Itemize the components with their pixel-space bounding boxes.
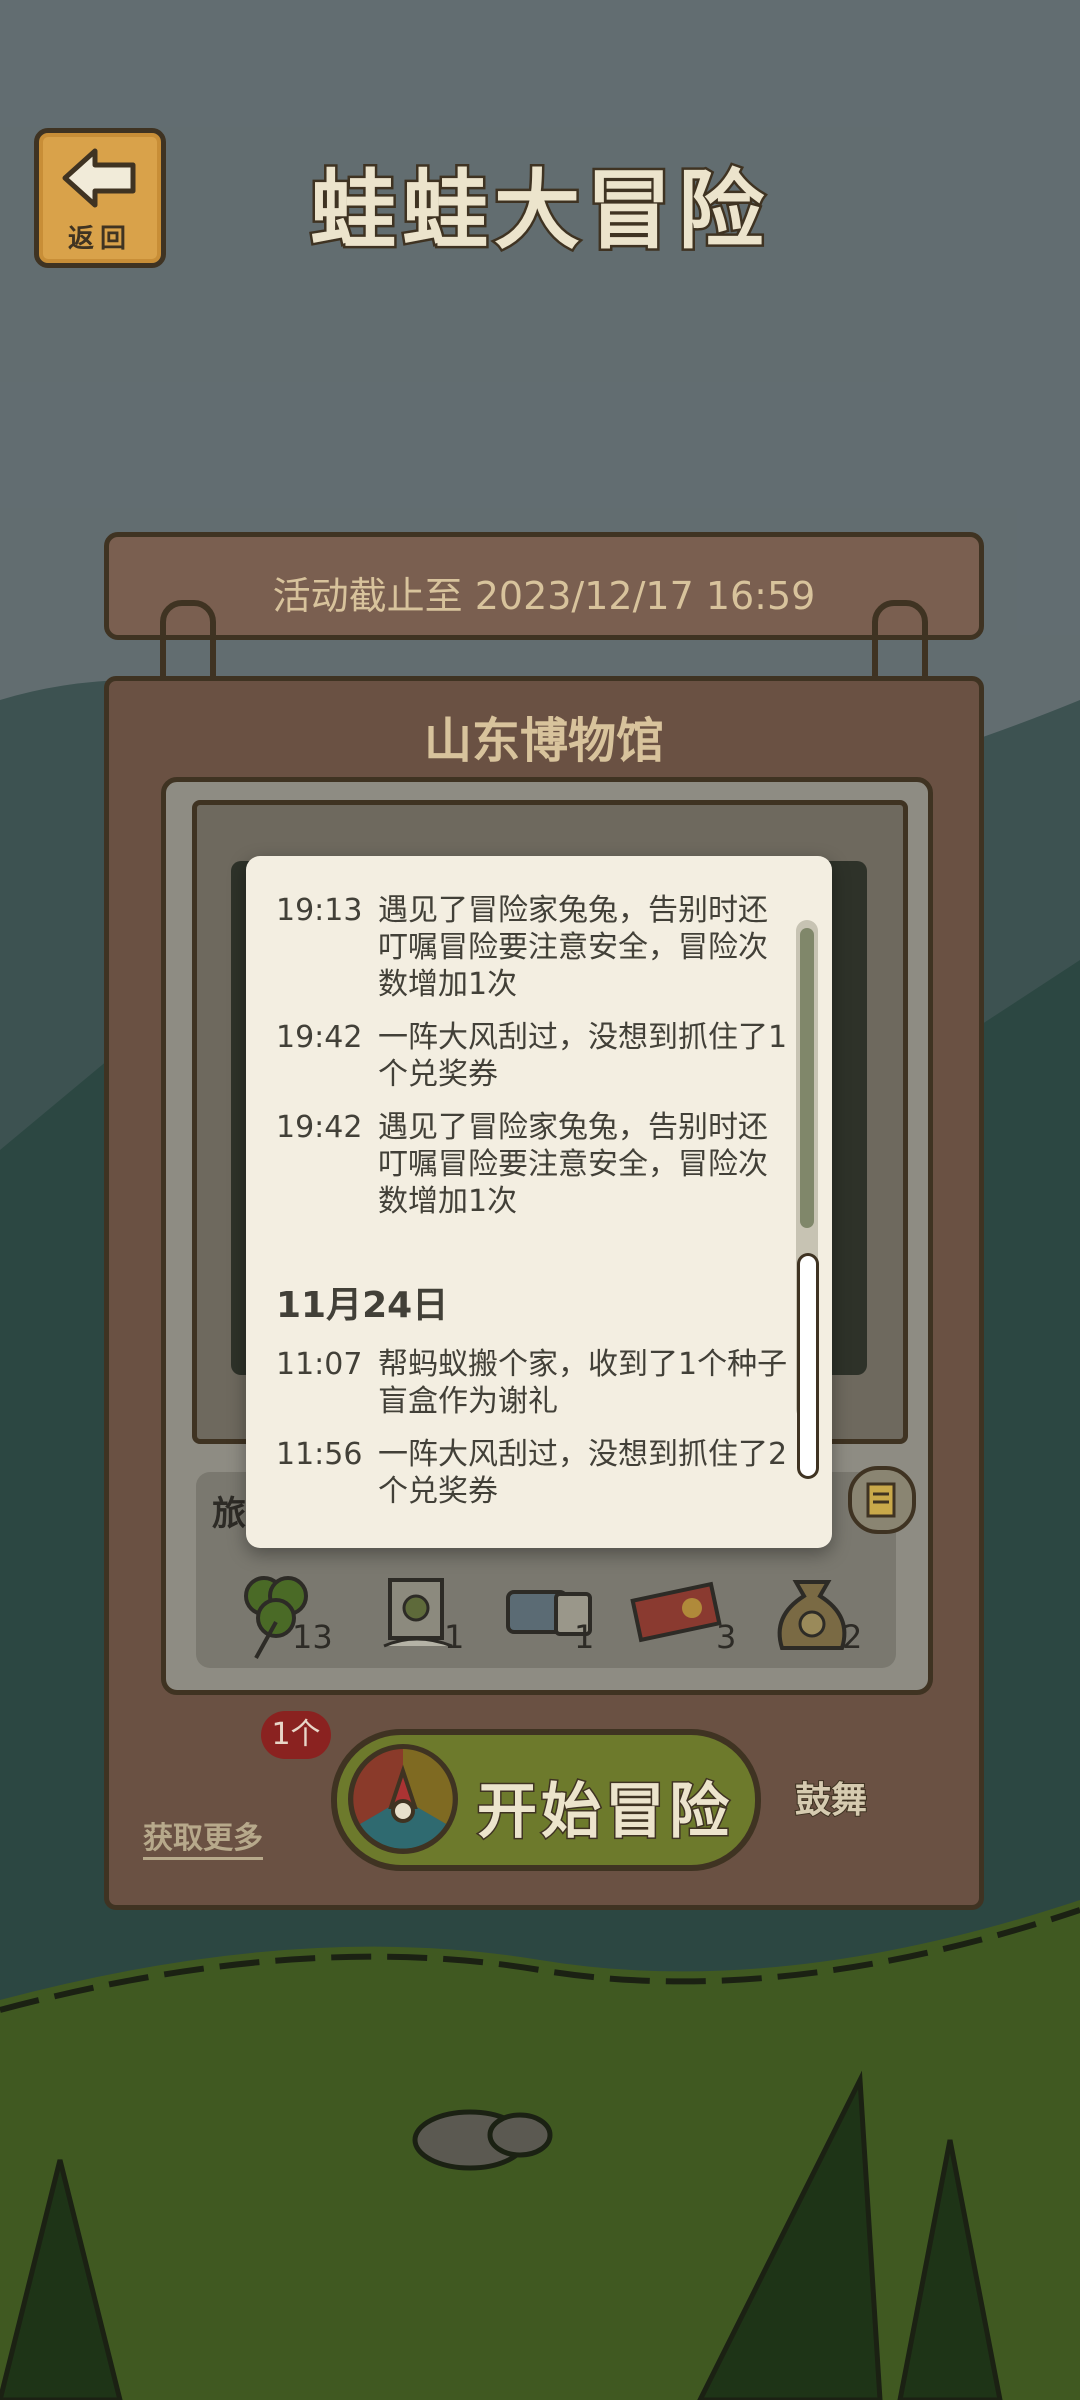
log-time: 19:13	[276, 893, 363, 928]
log-entry: 11:56 一阵大风刮过，没想到抓住了2个兑奖券	[276, 1436, 792, 1510]
journal-icon	[866, 1482, 896, 1518]
log-text: 遇见了冒险家兔兔，告别时还叮嘱冒险要注意安全，冒险次数增加1次	[378, 893, 768, 1002]
location-title: 山东博物馆	[423, 713, 664, 769]
deadline-plank: 活动截止至 2023/12/17 16:59	[104, 532, 984, 640]
wheel-icon	[348, 1744, 458, 1854]
log-time: 11:07	[276, 1347, 363, 1382]
log-list[interactable]: 19:13 遇见了冒险家兔兔，告别时还叮嘱冒险要注意安全，冒险次数增加1次 19…	[246, 892, 792, 1526]
start-label: 开始冒险	[476, 1776, 733, 1849]
log-entry: 11:07 帮蚂蚁搬个家，收到了1个种子盲盒作为谢礼	[276, 1346, 792, 1420]
clover-count: 13	[292, 1618, 333, 1656]
log-text: 一阵大风刮过，没想到抓住了2个兑奖券	[378, 1437, 788, 1509]
scrollbar-thumb[interactable]	[800, 928, 814, 1228]
get-more-link[interactable]: 获取更多	[143, 1813, 263, 1860]
log-date-header: 11月24日	[276, 1285, 449, 1326]
log-entry: 19:13 遇见了冒险家兔兔，告别时还叮嘱冒险要注意安全，冒险次数增加1次	[276, 892, 792, 1003]
ticket-count: 1	[574, 1618, 595, 1656]
money-bag-count: 2	[842, 1618, 863, 1656]
log-text: 遇见了冒险家兔兔，告别时还叮嘱冒险要注意安全，冒险次数增加1次	[378, 1110, 768, 1219]
log-text: 帮蚂蚁搬个家，收到了1个种子盲盒作为谢礼	[378, 1347, 788, 1419]
voucher-icon	[630, 1581, 722, 1643]
journal-button[interactable]	[848, 1466, 916, 1534]
log-time: 11:56	[276, 1437, 363, 1472]
voucher-count: 3	[716, 1618, 737, 1656]
encourage-button[interactable]: 鼓舞	[794, 1771, 868, 1823]
log-entry: 19:42 遇见了冒险家兔兔，告别时还叮嘱冒险要注意安全，冒险次数增加1次	[276, 1109, 792, 1220]
log-text: 一阵大风刮过，没想到抓住了1个兑奖券	[378, 1020, 788, 1092]
start-adventure-button[interactable]: 开始冒险	[331, 1729, 761, 1871]
scroll-indicator[interactable]	[800, 1256, 816, 1476]
ticket-badge: 1个	[261, 1711, 331, 1759]
page-title: 蛙蛙大冒险	[308, 159, 770, 264]
seed-bag-count: 1	[444, 1618, 465, 1656]
deadline-text: 活动截止至 2023/12/17 16:59	[272, 574, 816, 618]
inventory-label: 旅	[212, 1494, 246, 1534]
log-time: 19:42	[276, 1110, 363, 1145]
adventure-log-dialog: 19:13 遇见了冒险家兔兔，告别时还叮嘱冒险要注意安全，冒险次数增加1次 19…	[246, 856, 832, 1548]
log-time: 19:42	[276, 1020, 363, 1055]
log-entry: 19:42 一阵大风刮过，没想到抓住了1个兑奖券	[276, 1019, 792, 1093]
